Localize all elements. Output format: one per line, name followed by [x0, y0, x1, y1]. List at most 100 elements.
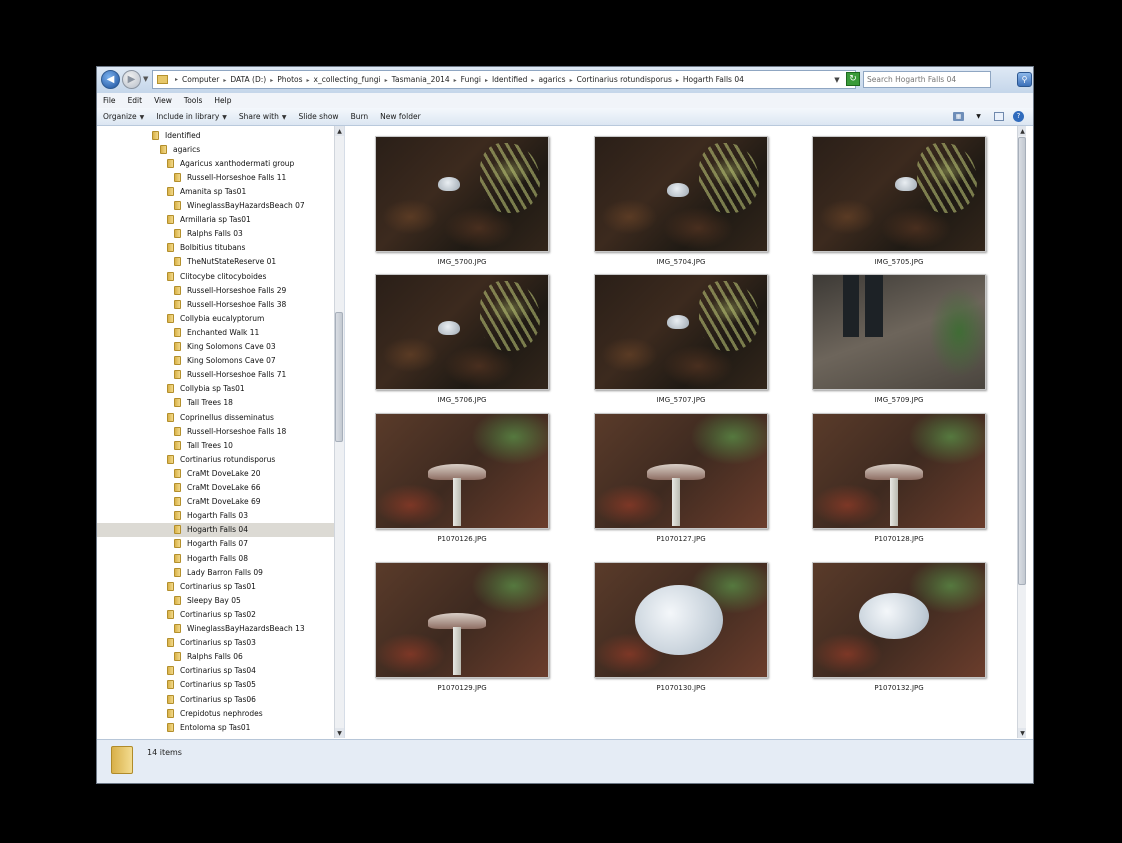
- content-scrollbar[interactable]: ▲ ▼: [1017, 126, 1026, 738]
- tree-item[interactable]: Cortinarius sp Tas03: [97, 636, 335, 650]
- tree-item[interactable]: Entoloma sp Tas01: [97, 720, 335, 734]
- breadcrumb-item[interactable]: x_collecting_fungi: [313, 75, 382, 84]
- tree-item[interactable]: Hogarth Falls 03: [97, 509, 335, 523]
- search-button[interactable]: ⚲: [1017, 72, 1032, 87]
- file-item[interactable]: IMG_5706.JPG: [375, 274, 549, 404]
- chevron-right-icon[interactable]: ▸: [482, 77, 491, 84]
- chevron-right-icon[interactable]: ▸: [451, 77, 460, 84]
- chevron-right-icon[interactable]: ▸: [673, 77, 682, 84]
- file-item[interactable]: P1070130.JPG: [594, 562, 768, 692]
- share-with-button[interactable]: Share with ▼: [233, 112, 293, 121]
- tree-item[interactable]: Russell-Horseshoe Falls 38: [97, 297, 335, 311]
- tree-item[interactable]: agarics: [97, 142, 335, 156]
- slide-show-button[interactable]: Slide show: [292, 112, 344, 121]
- breadcrumb-item[interactable]: agarics: [537, 75, 566, 84]
- breadcrumb-item[interactable]: Computer: [181, 75, 220, 84]
- tree-item[interactable]: CraMt DoveLake 20: [97, 466, 335, 480]
- tree-item[interactable]: WineglassBayHazardsBeach 07: [97, 199, 335, 213]
- tree-item[interactable]: Ralphs Falls 06: [97, 650, 335, 664]
- tree-item[interactable]: Agaricus xanthodermati group: [97, 156, 335, 170]
- scroll-up-arrow[interactable]: ▲: [335, 126, 344, 136]
- tree-item[interactable]: WineglassBayHazardsBeach 13: [97, 622, 335, 636]
- scroll-thumb[interactable]: [1018, 137, 1026, 585]
- breadcrumb-item[interactable]: DATA (D:): [229, 75, 267, 84]
- address-dropdown[interactable]: ▼: [830, 70, 844, 89]
- navigation-scrollbar[interactable]: ▲ ▼: [334, 126, 344, 738]
- tree-item[interactable]: King Solomons Cave 03: [97, 340, 335, 354]
- tree-item[interactable]: Ralphs Falls 03: [97, 227, 335, 241]
- burn-button[interactable]: Burn: [345, 112, 375, 121]
- breadcrumb-item[interactable]: Hogarth Falls 04: [682, 75, 745, 84]
- file-item[interactable]: P1070132.JPG: [812, 562, 986, 692]
- file-item[interactable]: IMG_5700.JPG: [375, 136, 549, 266]
- tree-item[interactable]: Russell-Horseshoe Falls 18: [97, 424, 335, 438]
- scroll-thumb[interactable]: [335, 312, 343, 442]
- tree-item[interactable]: Cortinarius sp Tas05: [97, 678, 335, 692]
- tree-item[interactable]: Tall Trees 18: [97, 396, 335, 410]
- tree-item[interactable]: King Solomons Cave 07: [97, 354, 335, 368]
- chevron-right-icon[interactable]: ▸: [382, 77, 391, 84]
- tree-item[interactable]: CraMt DoveLake 69: [97, 495, 335, 509]
- views-dropdown[interactable]: ▼: [972, 110, 985, 122]
- preview-pane-button[interactable]: [992, 110, 1005, 122]
- tree-item[interactable]: Lady Barron Falls 09: [97, 565, 335, 579]
- file-item[interactable]: IMG_5704.JPG: [594, 136, 768, 266]
- file-item[interactable]: IMG_5705.JPG: [812, 136, 986, 266]
- include-in-library-button[interactable]: Include in library ▼: [150, 112, 233, 121]
- file-item[interactable]: IMG_5709.JPG: [812, 274, 986, 404]
- tree-item[interactable]: Hogarth Falls 07: [97, 537, 335, 551]
- tree-item[interactable]: Amanita sp Tas01: [97, 184, 335, 198]
- file-item[interactable]: P1070126.JPG: [375, 413, 549, 543]
- file-item[interactable]: P1070129.JPG: [375, 562, 549, 692]
- tree-item[interactable]: Bolbitius titubans: [97, 241, 335, 255]
- tree-item[interactable]: Cortinarius sp Tas02: [97, 607, 335, 621]
- tree-item[interactable]: Cortinarius sp Tas01: [97, 579, 335, 593]
- tree-item[interactable]: Cortinarius rotundisporus: [97, 452, 335, 466]
- file-item[interactable]: IMG_5707.JPG: [594, 274, 768, 404]
- breadcrumb-item[interactable]: Photos: [276, 75, 303, 84]
- tree-item[interactable]: Hogarth Falls 04: [97, 522, 335, 537]
- tree-item[interactable]: TheNutStateReserve 01: [97, 255, 335, 269]
- tree-item[interactable]: Cortinarius sp Tas04: [97, 664, 335, 678]
- help-button[interactable]: ?: [1012, 110, 1025, 122]
- views-button[interactable]: ▦: [952, 110, 965, 122]
- tree-item[interactable]: Collybia sp Tas01: [97, 382, 335, 396]
- tree-item[interactable]: CraMt DoveLake 66: [97, 481, 335, 495]
- menu-tools[interactable]: Tools: [178, 96, 208, 105]
- organize-button[interactable]: Organize ▼: [97, 112, 150, 121]
- history-dropdown[interactable]: ▼: [143, 75, 148, 83]
- menu-view[interactable]: View: [148, 96, 178, 105]
- navigation-pane[interactable]: Identified agarics Agaricus xanthodermati …: [97, 126, 345, 738]
- tree-item[interactable]: Clitocybe clitocyboides: [97, 269, 335, 283]
- tree-item[interactable]: Russell-Horseshoe Falls 11: [97, 170, 335, 184]
- refresh-button[interactable]: ↻: [846, 72, 860, 86]
- tree-item[interactable]: Tall Trees 10: [97, 438, 335, 452]
- menu-edit[interactable]: Edit: [122, 96, 149, 105]
- tree-item[interactable]: Hogarth Falls 08: [97, 551, 335, 565]
- tree-item[interactable]: Armillaria sp Tas01: [97, 213, 335, 227]
- tree-item[interactable]: Russell-Horseshoe Falls 71: [97, 368, 335, 382]
- search-input[interactable]: [863, 71, 991, 88]
- tree-item[interactable]: Enchanted Walk 11: [97, 325, 335, 339]
- menu-file[interactable]: File: [97, 96, 122, 105]
- chevron-right-icon[interactable]: ▸: [304, 77, 313, 84]
- new-folder-button[interactable]: New folder: [374, 112, 427, 121]
- breadcrumb-item[interactable]: Cortinarius rotundisporus: [576, 75, 673, 84]
- tree-item[interactable]: Russell-Horseshoe Falls 29: [97, 283, 335, 297]
- file-item[interactable]: P1070128.JPG: [812, 413, 986, 543]
- chevron-right-icon[interactable]: ▸: [567, 77, 576, 84]
- tree-item[interactable]: Collybia eucalyptorum: [97, 311, 335, 325]
- forward-button[interactable]: ▶: [122, 70, 141, 89]
- file-list[interactable]: IMG_5700.JPG IMG_5704.JPG IMG_5705.JPG IMG_…: [345, 126, 1026, 738]
- chevron-right-icon[interactable]: ▸: [267, 77, 276, 84]
- tree-item[interactable]: Coprinellus disseminatus: [97, 410, 335, 424]
- scroll-down-arrow[interactable]: ▼: [335, 728, 344, 738]
- breadcrumb-item[interactable]: Identified: [491, 75, 528, 84]
- tree-item[interactable]: Cortinarius sp Tas06: [97, 692, 335, 706]
- file-item[interactable]: P1070127.JPG: [594, 413, 768, 543]
- scroll-up-arrow[interactable]: ▲: [1018, 126, 1026, 136]
- back-button[interactable]: ◀: [101, 70, 120, 89]
- menu-help[interactable]: Help: [208, 96, 237, 105]
- tree-item[interactable]: Crepidotus nephrodes: [97, 706, 335, 720]
- breadcrumb-item[interactable]: Tasmania_2014: [391, 75, 451, 84]
